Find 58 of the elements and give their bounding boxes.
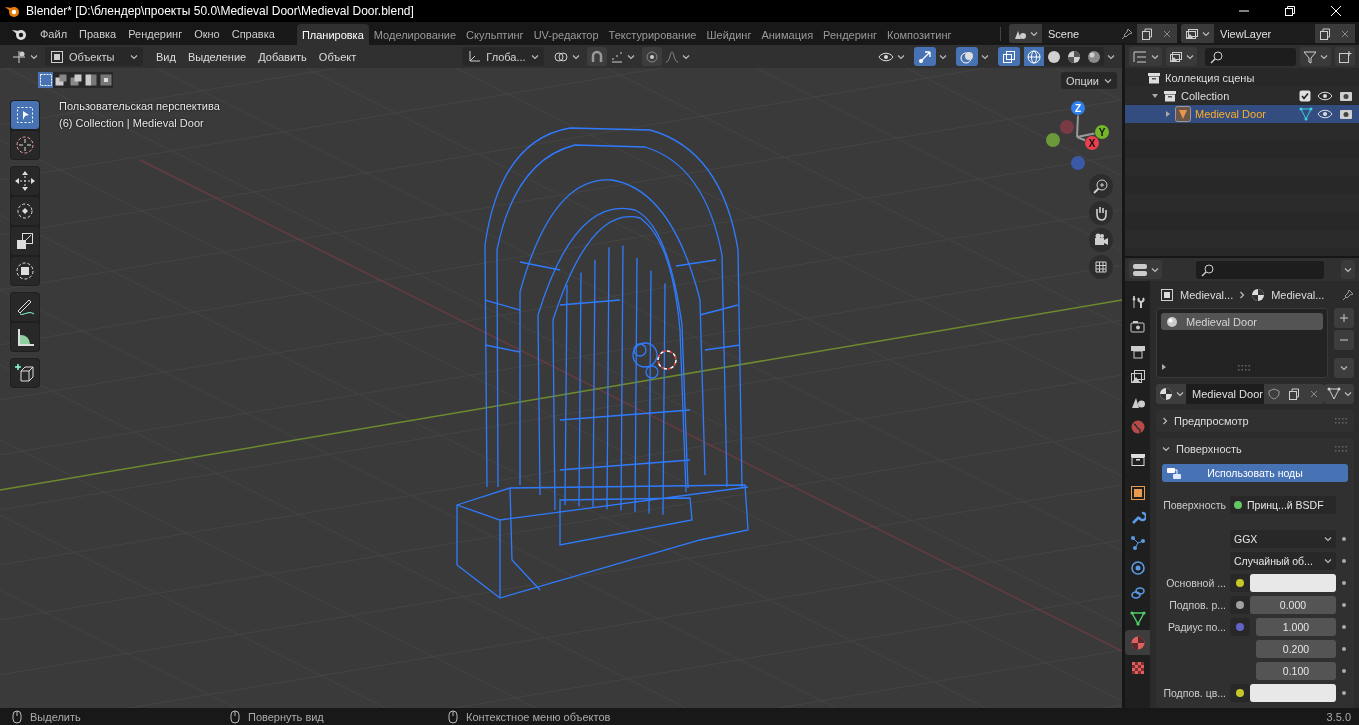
property-label: Подпов. цв... bbox=[1162, 687, 1226, 699]
menu-item[interactable]: Вид bbox=[150, 47, 182, 66]
property-label: Подпов. р... bbox=[1168, 599, 1226, 611]
menu-item[interactable]: Объект bbox=[312, 47, 363, 66]
outliner-row[interactable]: Коллекция сцены bbox=[1125, 69, 1359, 87]
window-title: Blender* [D:\блендер\проекты 50.0\Medieval Door\Medieval Door.blend] bbox=[26, 4, 414, 18]
status-hint: Выделить bbox=[30, 710, 81, 723]
workspace-tab[interactable]: Анимация bbox=[756, 24, 819, 45]
item-label: Medieval Door bbox=[1195, 108, 1266, 120]
orientation-dropdown[interactable]: Глоба... bbox=[462, 47, 544, 66]
workspace-tab[interactable]: Шейдинг bbox=[701, 24, 757, 45]
material-slot[interactable]: Medieval Door bbox=[1161, 313, 1323, 330]
menu-item[interactable]: Файл bbox=[34, 23, 74, 44]
shader-link-field[interactable]: Принц...й BSDF bbox=[1230, 496, 1336, 514]
workspace-tab[interactable]: Моделирование bbox=[368, 24, 462, 45]
axis-button[interactable]: Y bbox=[1095, 125, 1109, 139]
property-label: Радиус по... bbox=[1166, 621, 1226, 633]
workspace-tab[interactable]: Текстурирование bbox=[603, 24, 702, 45]
workspace-tab[interactable]: Скульптинг bbox=[461, 24, 529, 45]
outliner-row[interactable]: Medieval Door bbox=[1125, 105, 1359, 123]
use-nodes-button[interactable]: Использовать ноды bbox=[1162, 464, 1348, 482]
status-hint: Контекстное меню объектов bbox=[466, 710, 611, 723]
number-field[interactable]: 1.000 bbox=[1256, 618, 1336, 636]
workspace-tab[interactable]: Рендеринг bbox=[818, 24, 883, 45]
outliner-row[interactable]: Collection bbox=[1125, 87, 1359, 105]
mode-dropdown[interactable]: Объекты bbox=[45, 47, 143, 66]
dropdown[interactable]: Случайный об... bbox=[1230, 552, 1336, 570]
property-label: Поверхность bbox=[1162, 499, 1226, 511]
breadcrumb-item[interactable]: Medieval... bbox=[1271, 288, 1325, 301]
axis-button[interactable]: Z bbox=[1071, 101, 1085, 115]
axis-button[interactable]: X bbox=[1085, 136, 1099, 150]
workspace-tab[interactable]: UV-редактор bbox=[528, 24, 604, 45]
number-field[interactable]: 0.100 bbox=[1256, 662, 1336, 680]
workspace-tab[interactable]: Планировка bbox=[296, 24, 369, 45]
menu-item[interactable]: Рендеринг bbox=[122, 23, 189, 44]
menu-item[interactable]: Добавить bbox=[252, 47, 313, 66]
scene-field[interactable]: Scene bbox=[1042, 24, 1117, 43]
options-dropdown[interactable]: Опции bbox=[1060, 72, 1117, 89]
status-hint: Повернуть вид bbox=[248, 710, 324, 723]
menu-item[interactable]: Правка bbox=[73, 23, 123, 44]
number-field[interactable]: 0.000 bbox=[1250, 596, 1336, 614]
panel-header[interactable]: Предпросмотр bbox=[1156, 410, 1354, 432]
panel-header[interactable]: Поверхность bbox=[1156, 438, 1354, 460]
menu-item[interactable]: Окно bbox=[188, 23, 226, 44]
item-label: Collection bbox=[1181, 90, 1230, 102]
menu-item[interactable]: Справка bbox=[225, 23, 281, 44]
number-field[interactable]: 0.200 bbox=[1256, 640, 1336, 658]
material-name-field[interactable]: Medieval Door bbox=[1186, 384, 1264, 404]
view-layer-field[interactable]: ViewLayer bbox=[1214, 24, 1315, 43]
breadcrumb-item[interactable]: Medieval... bbox=[1180, 288, 1234, 301]
view-name: Пользовательская перспектива bbox=[59, 100, 220, 112]
workspace-tab[interactable]: Композитинг bbox=[882, 24, 957, 45]
property-label: Основной ... bbox=[1165, 577, 1226, 589]
version-label: 3.5.0 bbox=[1326, 710, 1351, 723]
dropdown[interactable]: GGX bbox=[1230, 530, 1336, 548]
collection-info: (6) Collection | Medieval Door bbox=[59, 117, 205, 129]
item-label: Коллекция сцены bbox=[1165, 72, 1255, 84]
menu-item[interactable]: Выделение bbox=[181, 47, 253, 66]
